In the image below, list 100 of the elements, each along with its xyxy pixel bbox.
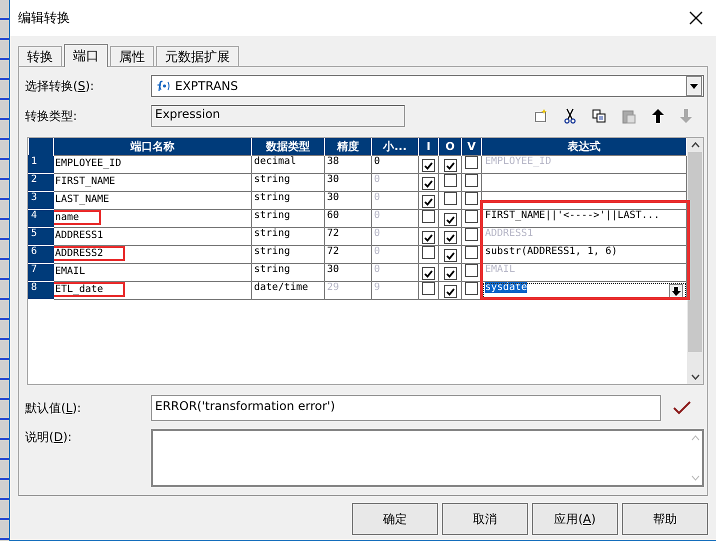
expression-cell[interactable] bbox=[482, 192, 686, 210]
field-label: 说明(D): bbox=[25, 429, 73, 446]
table-cell: 0 bbox=[372, 210, 418, 228]
checkbox[interactable] bbox=[444, 213, 456, 226]
edit-expression-button[interactable] bbox=[669, 284, 683, 298]
table-cell: 9 bbox=[372, 282, 418, 300]
column-header[interactable]: 表达式 bbox=[482, 138, 686, 156]
checkbox[interactable] bbox=[444, 285, 456, 298]
paste-icon[interactable] bbox=[622, 108, 636, 124]
table-cell: 0 bbox=[372, 228, 418, 246]
checkbox[interactable] bbox=[465, 228, 478, 241]
checkbox[interactable] bbox=[422, 195, 435, 208]
checkbox[interactable] bbox=[465, 174, 478, 187]
checkbox[interactable] bbox=[465, 192, 478, 205]
scissors-icon[interactable] bbox=[564, 108, 576, 124]
table-cell: 0 bbox=[372, 192, 418, 210]
column-header[interactable]: 数据类型 bbox=[252, 138, 324, 156]
tab[interactable]: 转换 bbox=[18, 46, 62, 66]
checkbox[interactable] bbox=[465, 246, 478, 259]
validate-icon[interactable] bbox=[673, 401, 691, 415]
expression-text: EMPLOYEE_ID bbox=[485, 156, 552, 167]
checkbox[interactable] bbox=[422, 177, 435, 190]
row-number[interactable]: 6 bbox=[28, 246, 54, 264]
field-label: 选择转换(S): bbox=[25, 78, 96, 94]
scroll-up-icon[interactable] bbox=[690, 142, 700, 148]
row-number[interactable]: 8 bbox=[28, 282, 54, 300]
checkbox[interactable] bbox=[422, 159, 435, 172]
checkbox[interactable] bbox=[444, 174, 456, 187]
tab[interactable]: 元数据扩展 bbox=[156, 46, 239, 66]
tab[interactable]: 属性 bbox=[110, 46, 154, 66]
field-label: 转换类型: bbox=[25, 108, 78, 124]
table-cell: decimal bbox=[252, 156, 324, 174]
port-name: ADDRESS2 bbox=[54, 246, 126, 261]
expression-text: FIRST_NAME||'<---->'||LAST... bbox=[485, 210, 660, 221]
row-number[interactable]: 4 bbox=[28, 210, 54, 228]
dialog-button[interactable]: 取消 bbox=[442, 503, 528, 535]
window-title: 编辑转换 bbox=[18, 10, 70, 27]
scroll-down-icon[interactable] bbox=[690, 374, 700, 380]
expression-cell[interactable]: substr(ADDRESS1, 1, 6) bbox=[482, 246, 686, 264]
table-cell: 0 bbox=[372, 156, 418, 174]
tab[interactable]: 端口 bbox=[64, 44, 108, 67]
table-cell: 29 bbox=[324, 282, 372, 300]
table-cell: 72 bbox=[324, 246, 372, 264]
checkbox[interactable] bbox=[422, 210, 435, 223]
checkbox[interactable] bbox=[465, 210, 478, 223]
table-cell: 72 bbox=[324, 228, 372, 246]
expression-cell[interactable]: FIRST_NAME||'<---->'||LAST... bbox=[482, 210, 686, 228]
checkbox[interactable] bbox=[444, 249, 456, 262]
checkbox[interactable] bbox=[465, 264, 478, 277]
expression-cell[interactable] bbox=[482, 174, 686, 192]
checkbox[interactable] bbox=[465, 156, 478, 169]
table-cell: 0 bbox=[372, 174, 418, 192]
port-name: name bbox=[54, 210, 102, 225]
table-cell: 30 bbox=[324, 192, 372, 210]
function-icon bbox=[155, 80, 171, 92]
dialog-button[interactable]: 确定 bbox=[352, 503, 438, 535]
row-number[interactable]: 5 bbox=[28, 228, 54, 246]
column-header[interactable]: 精度 bbox=[324, 138, 372, 156]
row-number[interactable]: 3 bbox=[28, 192, 54, 210]
column-header[interactable]: 端口名称 bbox=[54, 138, 252, 156]
table-cell: string bbox=[252, 174, 324, 192]
table-cell: 30 bbox=[324, 264, 372, 282]
port-name: LAST_NAME bbox=[54, 193, 110, 207]
column-header[interactable]: O bbox=[438, 138, 462, 156]
checkbox[interactable] bbox=[444, 159, 456, 172]
table-cell: string bbox=[252, 228, 324, 246]
table-cell: 0 bbox=[372, 246, 418, 264]
copy-icon[interactable] bbox=[592, 109, 606, 123]
port-name: FIRST_NAME bbox=[54, 175, 116, 189]
expression-text: substr(ADDRESS1, 1, 6) bbox=[485, 246, 618, 257]
scrollbar[interactable] bbox=[687, 138, 703, 384]
checkbox[interactable] bbox=[422, 267, 435, 280]
up-arrow-icon[interactable] bbox=[652, 109, 664, 123]
checkbox[interactable] bbox=[444, 231, 456, 244]
row-number[interactable]: 2 bbox=[28, 174, 54, 192]
row-number[interactable]: 7 bbox=[28, 264, 54, 282]
checkbox[interactable] bbox=[444, 192, 456, 205]
checkbox[interactable] bbox=[422, 231, 435, 244]
table-cell: 60 bbox=[324, 210, 372, 228]
checkbox[interactable] bbox=[465, 282, 478, 295]
dialog-button[interactable]: 帮助 bbox=[622, 503, 708, 535]
port-name: EMPLOYEE_ID bbox=[54, 157, 122, 171]
expression-text: sysdate bbox=[485, 282, 528, 293]
checkbox[interactable] bbox=[422, 282, 435, 295]
checkbox[interactable] bbox=[422, 246, 435, 259]
expression-cell[interactable]: sysdate bbox=[482, 282, 686, 300]
port-name: EMAIL bbox=[54, 265, 86, 279]
table-cell: date/time bbox=[252, 282, 324, 300]
table-cell: 0 bbox=[372, 264, 418, 282]
table-cell: string bbox=[252, 264, 324, 282]
dialog-button[interactable]: 应用(A) bbox=[532, 503, 618, 535]
default-value-field[interactable]: ERROR('transformation error') bbox=[151, 395, 661, 421]
table-cell: string bbox=[252, 192, 324, 210]
expression-text: ADDRESS1 bbox=[485, 228, 534, 239]
table-cell: 30 bbox=[324, 174, 372, 192]
row-number[interactable]: 1 bbox=[28, 156, 54, 174]
column-header[interactable]: 小... bbox=[372, 138, 418, 156]
transformation-dropdown[interactable]: EXPTRANS bbox=[151, 75, 704, 97]
checkbox[interactable] bbox=[444, 267, 456, 280]
table-cell: 38 bbox=[324, 156, 372, 174]
